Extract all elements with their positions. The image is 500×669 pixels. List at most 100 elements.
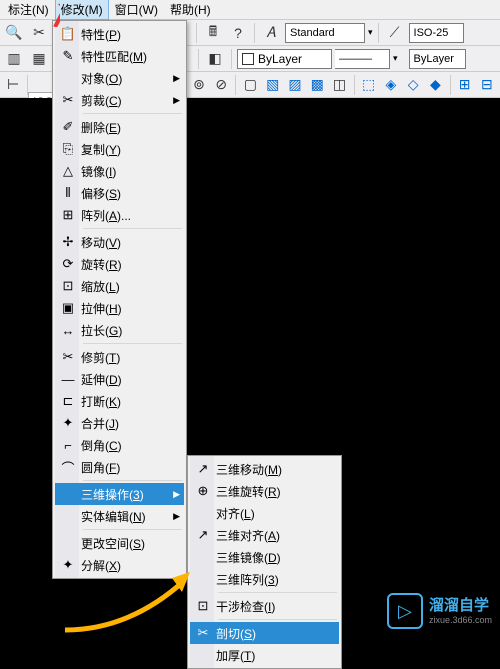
menu-item-label: 镜像(I) — [81, 163, 168, 180]
menu-item[interactable]: ✎特性匹配(M) — [55, 45, 184, 67]
menu-item-icon: ✦ — [55, 412, 81, 434]
menu-item-icon: ✎ — [55, 45, 81, 67]
menu-item[interactable]: ✦合并(J) — [55, 412, 184, 434]
menu-item[interactable]: 三维镜像(D) — [190, 546, 339, 568]
calc-icon[interactable]: 🖩 — [202, 22, 224, 44]
watermark-title: 溜溜自学 — [429, 597, 492, 615]
cut-icon[interactable]: ✂ — [28, 22, 50, 44]
menu-item-label: 特性(P) — [81, 26, 168, 43]
text-style-select[interactable]: Standard — [285, 23, 365, 43]
dim-style-select[interactable]: ISO-25 — [409, 23, 464, 43]
linetype-select[interactable]: ——— — [335, 49, 390, 69]
menu-item-label: 拉长(G) — [81, 322, 168, 339]
s5-icon[interactable]: ⬚ — [359, 74, 379, 96]
menu-item-icon — [55, 483, 81, 505]
find-icon[interactable]: 🔍 — [3, 22, 25, 44]
s7-icon[interactable]: ◇ — [403, 74, 423, 96]
box-icon[interactable]: ▢ — [240, 74, 260, 96]
menu-item-icon: ⌐ — [55, 434, 81, 456]
watermark: ▷ 溜溜自学 zixue.3d66.com — [387, 593, 492, 629]
menu-item[interactable]: ↗三维对齐(A) — [190, 524, 339, 546]
s8-icon[interactable]: ◆ — [425, 74, 445, 96]
menu-item[interactable]: 更改空间(S) — [55, 532, 184, 554]
menu-modify[interactable]: 修改(M) — [55, 0, 109, 20]
menu-item[interactable]: ⌐倒角(C) — [55, 434, 184, 456]
s1-icon[interactable]: ▧ — [263, 74, 283, 96]
menu-item-icon: ✢ — [55, 231, 81, 253]
menu-item[interactable]: 实体编辑(N)▶ — [55, 505, 184, 527]
lineweight-select[interactable]: ByLayer — [409, 49, 466, 69]
menu-item[interactable]: ⊞阵列(A)... — [55, 204, 184, 226]
menu-item-label: 删除(E) — [81, 119, 168, 136]
s4-icon[interactable]: ◫ — [329, 74, 349, 96]
menu-item-label: 三维镜像(D) — [216, 549, 323, 566]
menu-item-label: 旋转(R) — [81, 256, 168, 273]
menu-item[interactable]: ✦分解(X) — [55, 554, 184, 576]
menu-item[interactable]: ⟳旋转(R) — [55, 253, 184, 275]
menu-item-icon — [190, 568, 216, 590]
s9-icon[interactable]: ⊞ — [454, 74, 474, 96]
menu-item[interactable]: 三维阵列(3) — [190, 568, 339, 590]
menu-window[interactable]: 窗口(W) — [109, 0, 164, 20]
menu-item[interactable]: ↔拉长(G) — [55, 319, 184, 341]
menu-item[interactable]: ⌒圆角(F) — [55, 456, 184, 478]
menu-item[interactable]: ⊕三维旋转(R) — [190, 480, 339, 502]
menu-item-label: 分解(X) — [81, 557, 168, 574]
menu-item-icon — [190, 644, 216, 666]
menu-item[interactable]: ⊡缩放(L) — [55, 275, 184, 297]
layer-icon[interactable]: ▥ — [3, 48, 25, 70]
menu-item[interactable]: ⊏打断(K) — [55, 390, 184, 412]
menu-item-icon — [190, 502, 216, 524]
menu-item-label: 倒角(C) — [81, 437, 168, 454]
menu-item-icon: ― — [55, 368, 81, 390]
menu-item-icon: ✂ — [55, 89, 81, 111]
color-select[interactable]: ByLayer — [237, 49, 332, 69]
color-icon[interactable]: ◧ — [204, 48, 226, 70]
menu-item[interactable]: ✐删除(E) — [55, 116, 184, 138]
dimstyle-icon[interactable]: ⟋ — [384, 22, 406, 44]
textstyle-icon[interactable]: 𝐴 — [260, 22, 282, 44]
3d-operations-submenu: ↗三维移动(M)⊕三维旋转(R) 对齐(L) ↗三维对齐(A) 三维镜像(D) 三维阵列… — [187, 455, 342, 669]
menu-item[interactable]: ⫴偏移(S) — [55, 182, 184, 204]
menu-annotate[interactable]: 标注(N) — [2, 0, 55, 20]
menu-item[interactable]: 加厚(T) — [190, 644, 339, 666]
help-icon[interactable]: ? — [227, 22, 249, 44]
menu-item-label: 打断(K) — [81, 393, 168, 410]
menu-item-icon: ⊏ — [55, 390, 81, 412]
menu-item-label: 对齐(L) — [216, 505, 323, 522]
menu-item-icon: ⫴ — [55, 182, 81, 204]
menu-item[interactable]: ✂剪裁(C)▶ — [55, 89, 184, 111]
menu-item-icon: ⌒ — [55, 456, 81, 478]
h2-icon[interactable]: ⊚ — [189, 74, 209, 96]
s2-icon[interactable]: ▨ — [285, 74, 305, 96]
s3-icon[interactable]: ▩ — [307, 74, 327, 96]
menu-item[interactable]: ✢移动(V) — [55, 231, 184, 253]
s6-icon[interactable]: ◈ — [381, 74, 401, 96]
menu-item[interactable]: ↗三维移动(M) — [190, 458, 339, 480]
menu-item[interactable]: ▣拉伸(H) — [55, 297, 184, 319]
menu-item-label: 剪裁(C) — [81, 92, 168, 109]
menu-item[interactable]: ―延伸(D) — [55, 368, 184, 390]
layer2-icon[interactable]: ▦ — [28, 48, 50, 70]
h3-icon[interactable]: ⊘ — [211, 74, 231, 96]
menu-item[interactable]: ⊡干涉检查(I) — [190, 595, 339, 617]
menu-item[interactable]: △镜像(I) — [55, 160, 184, 182]
menu-item[interactable]: 三维操作(3)▶ — [55, 483, 184, 505]
menu-item[interactable]: ✂修剪(T) — [55, 346, 184, 368]
menu-item-icon: ⎘ — [55, 138, 81, 160]
menu-item-icon: ⊕ — [190, 480, 216, 502]
menu-item[interactable]: ✂剖切(S) — [190, 622, 339, 644]
menu-item[interactable]: 对象(O)▶ — [55, 67, 184, 89]
menu-item-label: 合并(J) — [81, 415, 168, 432]
menu-item-label: 对象(O) — [81, 70, 168, 87]
menu-help[interactable]: 帮助(H) — [164, 0, 217, 20]
watermark-url: zixue.3d66.com — [429, 615, 492, 626]
section-icon[interactable]: ⊢ — [3, 74, 23, 96]
menu-item-label: 延伸(D) — [81, 371, 168, 388]
menu-item[interactable]: 对齐(L) — [190, 502, 339, 524]
menu-item[interactable]: 📋特性(P) — [55, 23, 184, 45]
menu-item-label: 缩放(L) — [81, 278, 168, 295]
s10-icon[interactable]: ⊟ — [477, 74, 497, 96]
menu-item-icon: ⊞ — [55, 204, 81, 226]
menu-item[interactable]: ⎘复制(Y) — [55, 138, 184, 160]
